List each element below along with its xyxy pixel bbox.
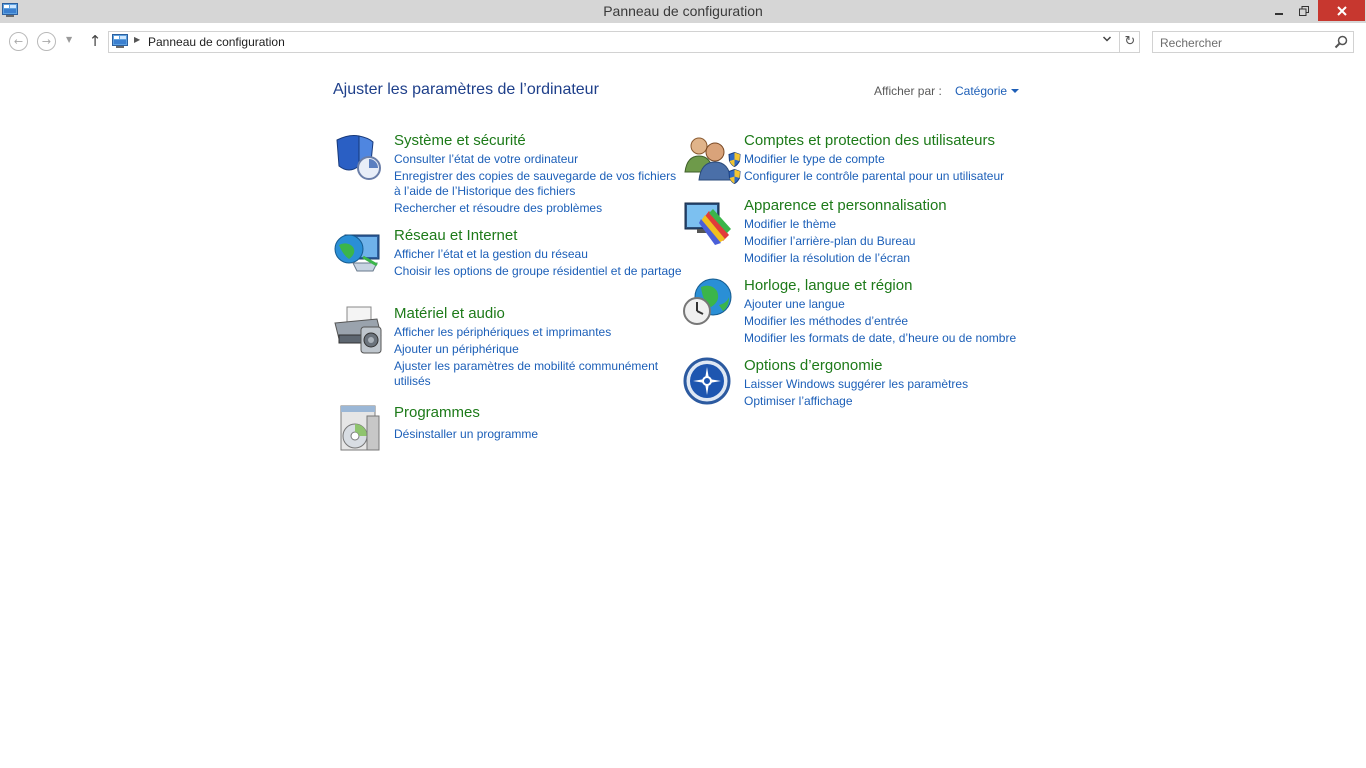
link-change-account-type[interactable]: Modifier le type de compte — [728, 152, 1034, 167]
programs-icon[interactable] — [333, 404, 383, 454]
chevron-down-icon: ▼ — [66, 35, 73, 44]
page-title: Ajuster les paramètres de l’ordinateur — [333, 81, 599, 98]
link-devices-printers[interactable]: Afficher les périphériques et imprimante… — [394, 325, 684, 340]
category-title[interactable]: Comptes et protection des utilisateurs — [744, 132, 995, 149]
forward-button[interactable]: → — [37, 32, 56, 51]
back-arrow-icon: ← — [13, 35, 24, 48]
category-links: Ajouter une langue Modifier les méthodes… — [744, 297, 1034, 348]
link-view-computer-status[interactable]: Consulter l’état de votre ordinateur — [394, 152, 684, 167]
category-title[interactable]: Matériel et audio — [394, 305, 505, 322]
window-title: Panneau de configuration — [603, 3, 763, 19]
link-mobility-settings[interactable]: Ajuster les paramètres de mobilité commu… — [394, 359, 684, 389]
shield-icon[interactable] — [333, 132, 383, 182]
link-label: Configurer le contrôle parental pour un … — [744, 169, 1005, 183]
category-links: Afficher l’état et la gestion du réseau … — [394, 247, 684, 281]
restore-button[interactable] — [1291, 0, 1317, 21]
category-title[interactable]: Système et sécurité — [394, 132, 526, 149]
link-change-theme[interactable]: Modifier le thème — [744, 217, 1034, 232]
category-title[interactable]: Programmes — [394, 404, 480, 421]
recent-locations-button[interactable]: ▼ — [66, 35, 72, 44]
link-file-history-backup[interactable]: Enregistrer des copies de sauvegarde de … — [394, 169, 684, 199]
appearance-icon[interactable] — [683, 197, 733, 247]
address-bar[interactable]: ▶ Panneau de configuration ↻ — [108, 31, 1140, 53]
search-box[interactable] — [1152, 31, 1354, 53]
printer-icon[interactable] — [333, 305, 383, 355]
category-title[interactable]: Options d’ergonomie — [744, 357, 882, 374]
link-label: Modifier le type de compte — [744, 152, 885, 166]
chevron-down-icon — [1102, 36, 1112, 42]
view-by-label: Afficher par : — [874, 84, 942, 98]
up-button[interactable]: ↑ — [88, 32, 102, 50]
link-date-time-formats[interactable]: Modifier les formats de date, d’heure ou… — [744, 331, 1034, 346]
minimize-button[interactable] — [1266, 0, 1292, 21]
category-title[interactable]: Réseau et Internet — [394, 227, 517, 244]
link-uninstall-program[interactable]: Désinstaller un programme — [394, 427, 684, 442]
minimize-icon — [1275, 12, 1283, 15]
link-add-device[interactable]: Ajouter un périphérique — [394, 342, 684, 357]
link-optimize-display[interactable]: Optimiser l’affichage — [744, 394, 1034, 409]
category-links: Laisser Windows suggérer les paramètres … — [744, 377, 1034, 411]
category-links: Modifier le thème Modifier l’arrière-pla… — [744, 217, 1034, 268]
forward-arrow-icon: → — [41, 35, 52, 48]
category-links: Consulter l’état de votre ordinateur Enr… — [394, 152, 684, 218]
restore-icon — [1299, 5, 1309, 16]
uac-shield-icon — [728, 169, 741, 184]
globe-clock-icon[interactable] — [683, 277, 733, 327]
back-button[interactable]: ← — [9, 32, 28, 51]
users-icon[interactable] — [683, 132, 733, 182]
control-panel-icon — [112, 34, 128, 48]
link-parental-controls[interactable]: Configurer le contrôle parental pour un … — [728, 169, 1034, 184]
view-by-dropdown[interactable]: Catégorie — [955, 84, 1007, 98]
category-links: Modifier le type de compte Configurer le… — [728, 152, 1034, 186]
navigation-bar: ← → ▼ ↑ ▶ Panneau de configuration ↻ — [0, 23, 1366, 59]
network-globe-icon[interactable] — [333, 227, 383, 277]
address-history-dropdown[interactable] — [1099, 34, 1115, 50]
category-title[interactable]: Horloge, langue et région — [744, 277, 912, 294]
link-desktop-background[interactable]: Modifier l’arrière-plan du Bureau — [744, 234, 1034, 249]
breadcrumb-chevron-icon[interactable]: ▶ — [134, 35, 140, 44]
title-bar: Panneau de configuration — [0, 0, 1366, 23]
search-input[interactable] — [1153, 33, 1323, 53]
link-input-methods[interactable]: Modifier les méthodes d’entrée — [744, 314, 1034, 329]
link-add-language[interactable]: Ajouter une langue — [744, 297, 1034, 312]
category-title[interactable]: Apparence et personnalisation — [744, 197, 947, 214]
link-network-status[interactable]: Afficher l’état et la gestion du réseau — [394, 247, 684, 262]
refresh-icon: ↻ — [1124, 34, 1136, 49]
link-windows-suggest-settings[interactable]: Laisser Windows suggérer les paramètres — [744, 377, 1034, 392]
view-by-caret-icon[interactable] — [1011, 89, 1019, 93]
search-icon[interactable] — [1334, 35, 1348, 49]
category-links: Afficher les périphériques et imprimante… — [394, 325, 684, 391]
close-button[interactable] — [1318, 0, 1365, 21]
refresh-button[interactable]: ↻ — [1119, 32, 1140, 52]
link-troubleshoot[interactable]: Rechercher et résoudre des problèmes — [394, 201, 684, 216]
link-homegroup-options[interactable]: Choisir les options de groupe résidentie… — [394, 264, 684, 279]
breadcrumb[interactable]: Panneau de configuration — [148, 35, 285, 49]
close-icon — [1336, 5, 1347, 16]
ease-of-access-icon[interactable] — [683, 357, 733, 407]
category-links: Désinstaller un programme — [394, 427, 684, 444]
link-screen-resolution[interactable]: Modifier la résolution de l’écran — [744, 251, 1034, 266]
uac-shield-icon — [728, 152, 741, 167]
up-arrow-icon: ↑ — [88, 32, 102, 50]
